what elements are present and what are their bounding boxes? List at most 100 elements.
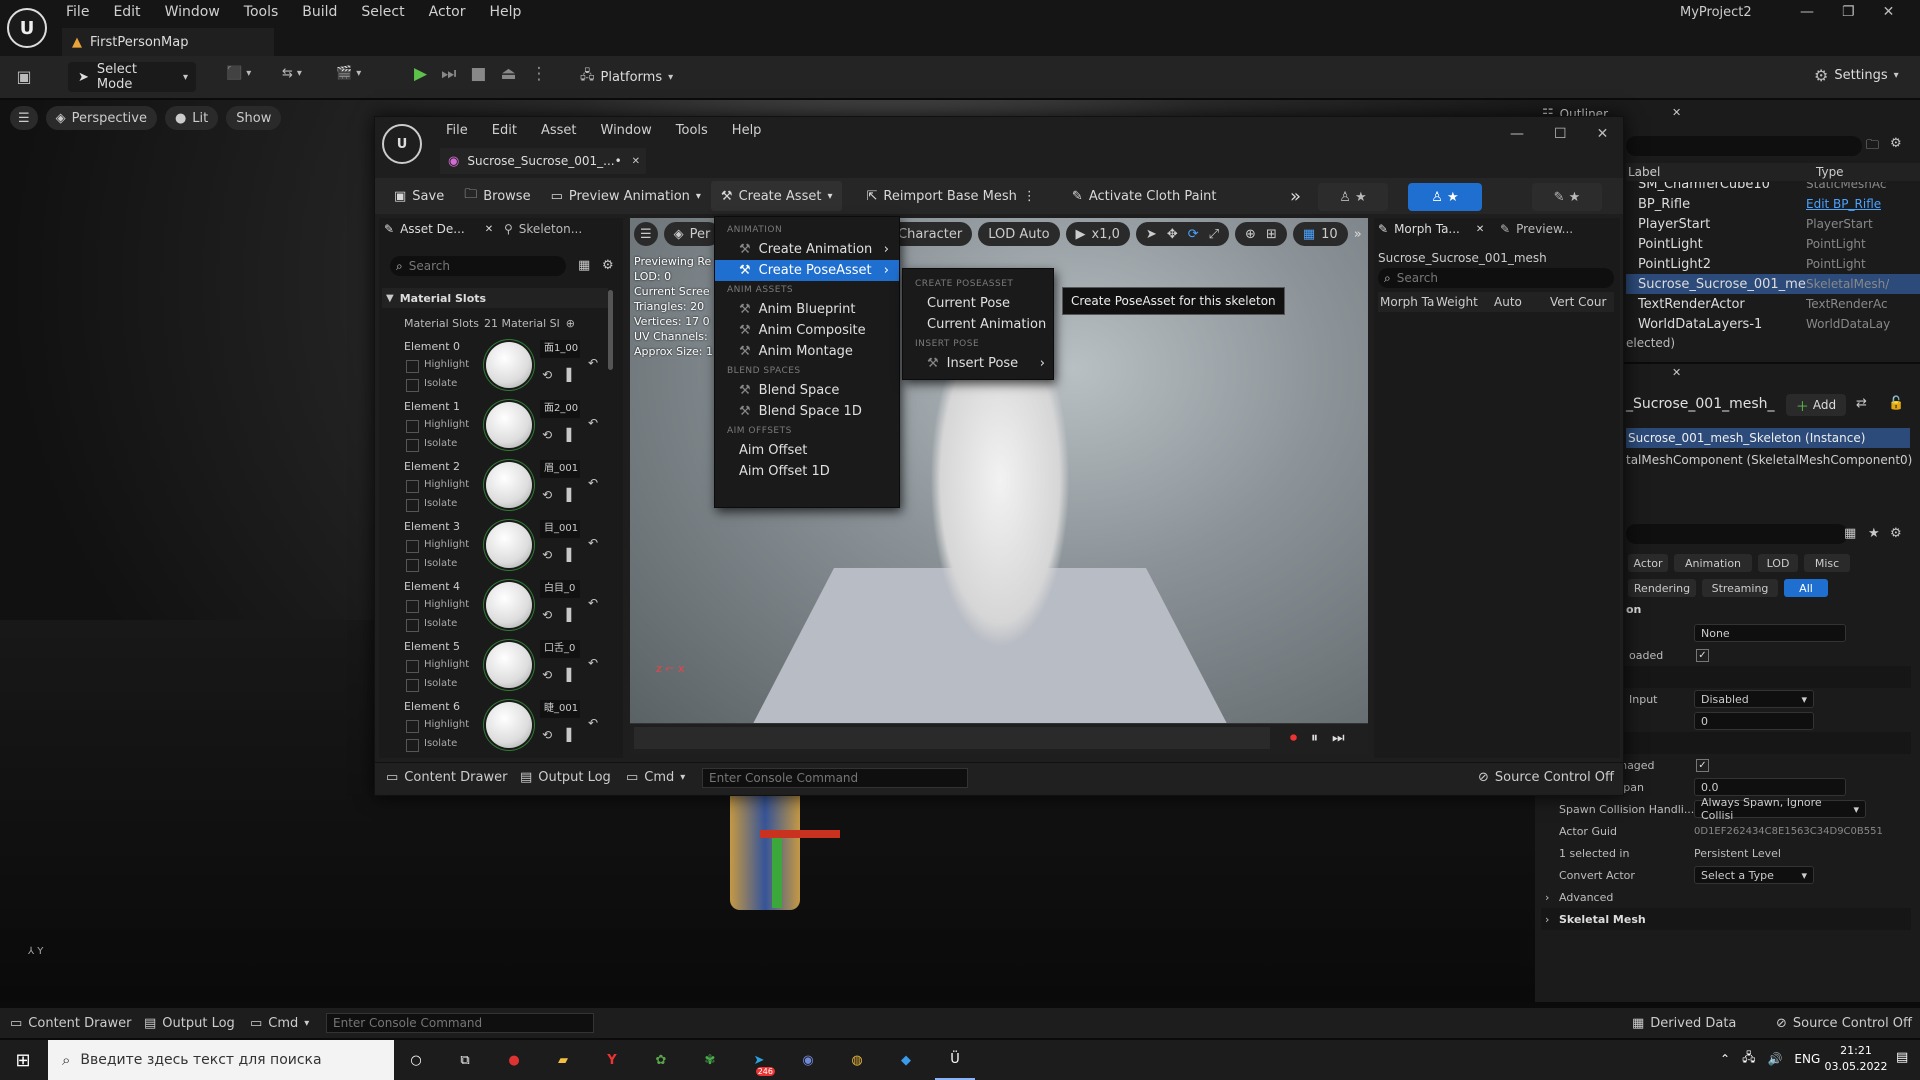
reset-icon[interactable]: ↶	[588, 656, 598, 670]
close-icon[interactable]: ✕	[632, 156, 640, 167]
editor-menu-asset[interactable]: Asset	[529, 117, 589, 143]
isolate-checkbox[interactable]	[406, 619, 419, 632]
lock-icon[interactable]: 🔓	[1888, 396, 1904, 411]
gear-icon[interactable]: ⚙	[1890, 526, 1902, 541]
skeleton-tab[interactable]: ⚲ Skeleton...	[504, 222, 582, 236]
material-name[interactable]: 睫_001	[540, 700, 580, 718]
outliner-row[interactable]: TextRenderActor TextRenderAc	[1626, 294, 1920, 314]
current-animation-item[interactable]: Current Animation	[903, 314, 1053, 335]
material-name[interactable]: 口舌_0	[540, 640, 580, 658]
browse-asset-icon[interactable]: ⟲	[542, 488, 552, 502]
outliner-search[interactable]	[1626, 136, 1862, 156]
filter-tab-rendering[interactable]: Rendering	[1628, 579, 1696, 597]
reimport-button[interactable]: ⇱ Reimport Base Mesh ⋮	[856, 181, 1045, 211]
reset-icon[interactable]: ↶	[588, 716, 598, 730]
record-icon[interactable]: ⏺	[1290, 730, 1297, 746]
material-name[interactable]: 眉_001	[540, 460, 580, 478]
task-view-icon[interactable]: ⧉	[445, 1040, 485, 1080]
highlight-checkbox[interactable]	[406, 660, 419, 673]
material-name[interactable]: 目_001	[540, 520, 580, 538]
app-red-icon[interactable]: ●	[494, 1040, 534, 1080]
highlight-checkbox[interactable]	[406, 420, 419, 433]
use-selected-icon[interactable]: ▐	[562, 668, 571, 682]
close-icon[interactable]: ✕	[1476, 224, 1484, 235]
filter-tab-all[interactable]: All	[1784, 579, 1828, 597]
outliner-row[interactable]: Sucrose_Sucrose_001_mesh_SkeletalMesh/	[1626, 274, 1920, 294]
cmd-button[interactable]: ▭ Cmd ▾	[250, 1016, 309, 1031]
use-selected-icon[interactable]: ▐	[562, 608, 571, 622]
reset-icon[interactable]: ↶	[588, 476, 598, 490]
col-vert-count[interactable]: Vert Cour	[1550, 295, 1606, 309]
overflow-chevrons-icon[interactable]: »	[1354, 227, 1362, 242]
chevron-right-icon[interactable]: ›	[1545, 891, 1549, 904]
create-animation-item[interactable]: ⚒ Create Animation ›	[715, 239, 899, 260]
filter-tab-actor[interactable]: Actor	[1628, 554, 1668, 572]
source-control-button[interactable]: ⊘ Source Control Off	[1776, 1016, 1912, 1031]
maximize-icon[interactable]: ❐	[1842, 4, 1855, 20]
material-name[interactable]: 面2_00	[540, 400, 580, 418]
app-diamond-icon[interactable]: ◆	[886, 1040, 926, 1080]
gear-icon[interactable]: ⚙	[602, 258, 614, 273]
blend-space-item[interactable]: ⚒ Blend Space	[715, 380, 899, 401]
maximize-icon[interactable]: ☐	[1554, 126, 1567, 142]
col-weight[interactable]: Weight	[1436, 295, 1494, 309]
isolate-checkbox[interactable]	[406, 559, 419, 572]
save-current-icon[interactable]: ▣	[14, 66, 34, 86]
perspective-button[interactable]: ◈ Per	[663, 222, 721, 246]
play-icon[interactable]: ▶	[414, 64, 427, 84]
zero-value[interactable]: 0	[1694, 712, 1814, 730]
step-icon[interactable]: ⏭	[441, 64, 456, 84]
menu-select[interactable]: Select	[349, 0, 416, 25]
asset-search[interactable]: ⌕ Search	[390, 256, 566, 276]
material-thumbnail[interactable]	[486, 462, 532, 508]
blueprint-icon[interactable]: ⇄	[1856, 396, 1867, 411]
add-actor-button[interactable]: ⬛ ▾	[226, 66, 251, 81]
material-thumbnail[interactable]	[486, 582, 532, 628]
windows-start-icon[interactable]: ⊞	[0, 1040, 46, 1080]
menu-tools[interactable]: Tools	[232, 0, 291, 25]
filter-tab-animation[interactable]: Animation	[1674, 554, 1752, 572]
browse-asset-icon[interactable]: ⟲	[542, 668, 552, 682]
component-skeletal[interactable]: talMeshComponent (SkeletalMeshComponent0…	[1626, 453, 1912, 467]
editor-menu-tools[interactable]: Tools	[664, 117, 720, 143]
folder-add-icon[interactable]: 🗀	[1866, 136, 1879, 158]
material-thumbnail[interactable]	[486, 342, 532, 388]
transform-tools[interactable]: ➤ ✥ ⟳ ⤢	[1135, 222, 1230, 246]
filter-tab-streaming[interactable]: Streaming	[1702, 579, 1778, 597]
reset-icon[interactable]: ↶	[588, 416, 598, 430]
can-be-damaged-checkbox[interactable]: ✓	[1696, 758, 1709, 772]
pause-icon[interactable]: ⏸	[1311, 730, 1318, 746]
editor-menu-window[interactable]: Window	[589, 117, 664, 143]
menu-build[interactable]: Build	[290, 0, 349, 25]
outliner-row[interactable]: WorldDataLayers-1 WorldDataLay	[1626, 314, 1920, 332]
outliner-row[interactable]: PlayerStart PlayerStart	[1626, 214, 1920, 234]
derived-data-button[interactable]: ▦ Derived Data	[1632, 1016, 1736, 1031]
menu-help[interactable]: Help	[477, 0, 533, 25]
telegram-icon[interactable]: ➤ 246	[739, 1040, 779, 1080]
editor-content-drawer-button[interactable]: ▭ Content Drawer	[386, 770, 507, 785]
mesh-mode-button[interactable]: ♙ ★	[1408, 183, 1482, 211]
use-selected-icon[interactable]: ▐	[562, 548, 571, 562]
details-section-header[interactable]: on	[1626, 603, 1641, 616]
snap-tools[interactable]: ⊕ ⊞	[1235, 222, 1287, 246]
morph-target-tab[interactable]: ✎ Morph Ta... ✕	[1378, 222, 1484, 236]
app-green-icon[interactable]: ✿	[641, 1040, 681, 1080]
close-icon[interactable]: ✕	[1672, 106, 1681, 119]
taskbar-search[interactable]: ⌕ Введите здесь текст для поиска	[48, 1040, 394, 1080]
material-name[interactable]: 白目_0	[540, 580, 580, 598]
isolate-checkbox[interactable]	[406, 379, 419, 392]
use-selected-icon[interactable]: ▐	[562, 728, 571, 742]
reset-icon[interactable]: ↶	[588, 536, 598, 550]
highlight-checkbox[interactable]	[406, 720, 419, 733]
lod-auto-button[interactable]: LOD Auto	[978, 222, 1060, 246]
preview-settings-tab[interactable]: ✎ Preview...	[1500, 222, 1573, 236]
ue-logo[interactable]: U	[7, 8, 47, 48]
blueprint-button[interactable]: ⇆ ▾	[282, 66, 302, 81]
star-icon[interactable]: ★	[1868, 526, 1880, 541]
outliner-row[interactable]: BP_Rifle Edit BP_Rifle	[1626, 194, 1920, 214]
table-view-icon[interactable]: ▦	[578, 258, 590, 273]
gear-icon[interactable]: ⚙	[1890, 136, 1902, 151]
menu-edit[interactable]: Edit	[101, 0, 152, 25]
app-green2-icon[interactable]: ✾	[690, 1040, 730, 1080]
blend-space-1d-item[interactable]: ⚒ Blend Space 1D	[715, 401, 899, 422]
